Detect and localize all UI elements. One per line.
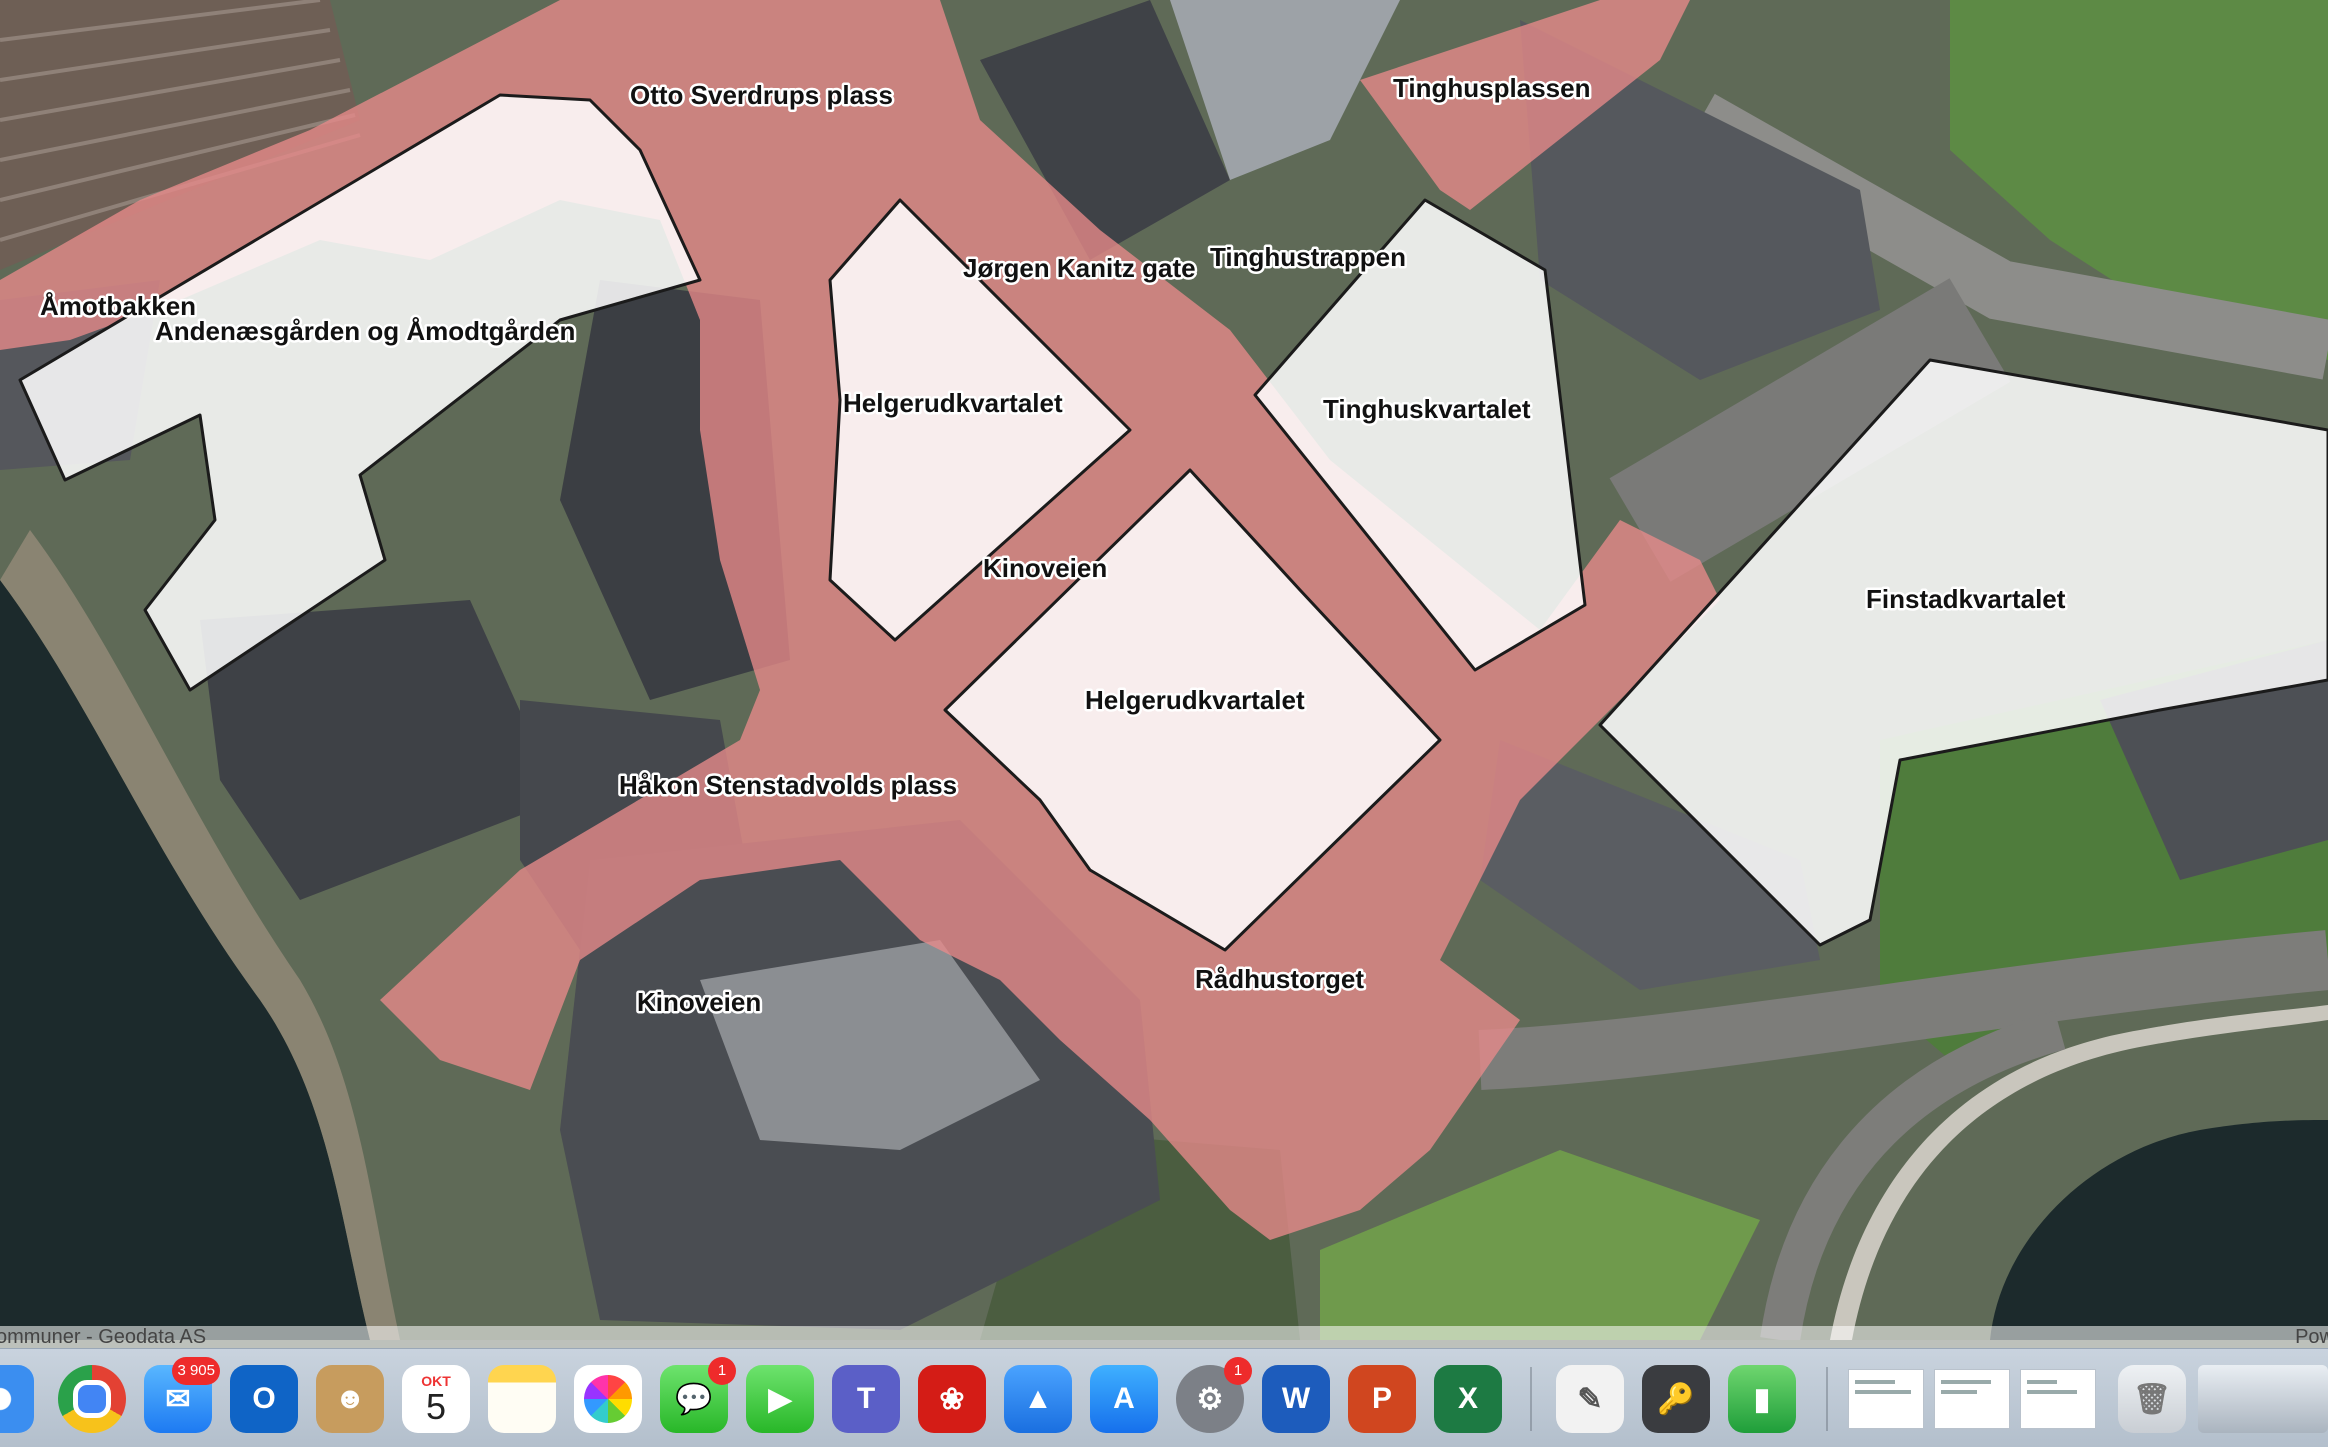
label-kinoveien-south: Kinoveien <box>637 987 761 1017</box>
label-helgerudkvartalet-south: Helgerudkvartalet <box>1085 685 1305 715</box>
label-hakon-stenstadvolds-plass: Håkon Stenstadvolds plass <box>619 770 957 800</box>
system-settings-icon[interactable]: ⚙ 1 <box>1176 1357 1252 1433</box>
photos-icon[interactable] <box>574 1365 642 1433</box>
window-thumbnail-2[interactable] <box>1934 1369 2010 1429</box>
safari-icon[interactable] <box>0 1365 34 1433</box>
textedit-icon[interactable]: ✎ <box>1556 1365 1624 1433</box>
outlook-icon[interactable]: O <box>230 1365 298 1433</box>
chrome-icon[interactable] <box>58 1365 126 1433</box>
contacts-icon[interactable]: ☻ <box>316 1365 384 1433</box>
word-icon[interactable]: W <box>1262 1365 1330 1433</box>
aerial-map[interactable]: Otto Sverdrups plass Tinghusplassen Åmot… <box>0 0 2328 1340</box>
teams-icon[interactable]: T <box>832 1365 900 1433</box>
calendar-day: 5 <box>425 1386 447 1427</box>
facetime-icon[interactable]: ▶ <box>746 1365 814 1433</box>
label-andenaesgarden: Andenæsgården og Åmodtgården <box>155 316 575 346</box>
label-jorgen-kanitz-gate: Jørgen Kanitz gate <box>963 253 1196 283</box>
calendar-icon[interactable]: OKT 5 <box>402 1365 470 1433</box>
keynote-icon[interactable]: ▲ <box>1004 1365 1072 1433</box>
numbers-icon[interactable]: ▮ <box>1728 1365 1796 1433</box>
notes-icon[interactable] <box>488 1365 556 1433</box>
settings-badge: 1 <box>1224 1357 1252 1385</box>
messages-icon[interactable]: 💬 1 <box>660 1357 736 1433</box>
trash-icon[interactable]: 🗑 <box>2118 1365 2186 1433</box>
label-otto-sverdrups-plass: Otto Sverdrups plass <box>630 80 893 110</box>
desktop-preview-icon[interactable] <box>2198 1365 2328 1433</box>
app-store-icon[interactable]: A <box>1090 1365 1158 1433</box>
attribution-text: ommuner - Geodata AS <box>0 1326 207 1348</box>
mail-badge: 3 905 <box>172 1357 220 1385</box>
label-tinghustrappen: Tinghustrappen <box>1210 242 1406 272</box>
label-radhustorget: Rådhustorget <box>1195 964 1364 994</box>
dock-separator <box>1530 1367 1532 1431</box>
mail-icon[interactable]: ✉ 3 905 <box>144 1357 220 1433</box>
label-kinoveien-north: Kinoveien <box>983 553 1107 583</box>
messages-badge: 1 <box>708 1357 736 1385</box>
label-helgerudkvartalet-north: Helgerudkvartalet <box>843 388 1063 418</box>
label-tinghusplassen: Tinghusplassen <box>1393 73 1590 103</box>
attribution-powered: Pow <box>2295 1326 2328 1348</box>
map-attribution-bar: ommuner - Geodata AS Pow <box>0 1326 2328 1348</box>
excel-icon[interactable]: X <box>1434 1365 1502 1433</box>
dock-separator-2 <box>1826 1367 1828 1431</box>
label-finstadkvartalet: Finstadkvartalet <box>1866 584 2066 614</box>
window-thumbnail-1[interactable] <box>1848 1369 1924 1429</box>
keychain-icon[interactable]: 🔑 <box>1642 1365 1710 1433</box>
window-thumbnail-3[interactable] <box>2020 1369 2096 1429</box>
label-tinghuskvartalet: Tinghuskvartalet <box>1323 394 1531 424</box>
acrobat-icon[interactable]: ❀ <box>918 1365 986 1433</box>
macos-dock: ✉ 3 905 O ☻ OKT 5 💬 1 ▶ T ❀ ▲ A ⚙ 1 W P X ✎… <box>0 1348 2328 1447</box>
powerpoint-icon[interactable]: P <box>1348 1365 1416 1433</box>
